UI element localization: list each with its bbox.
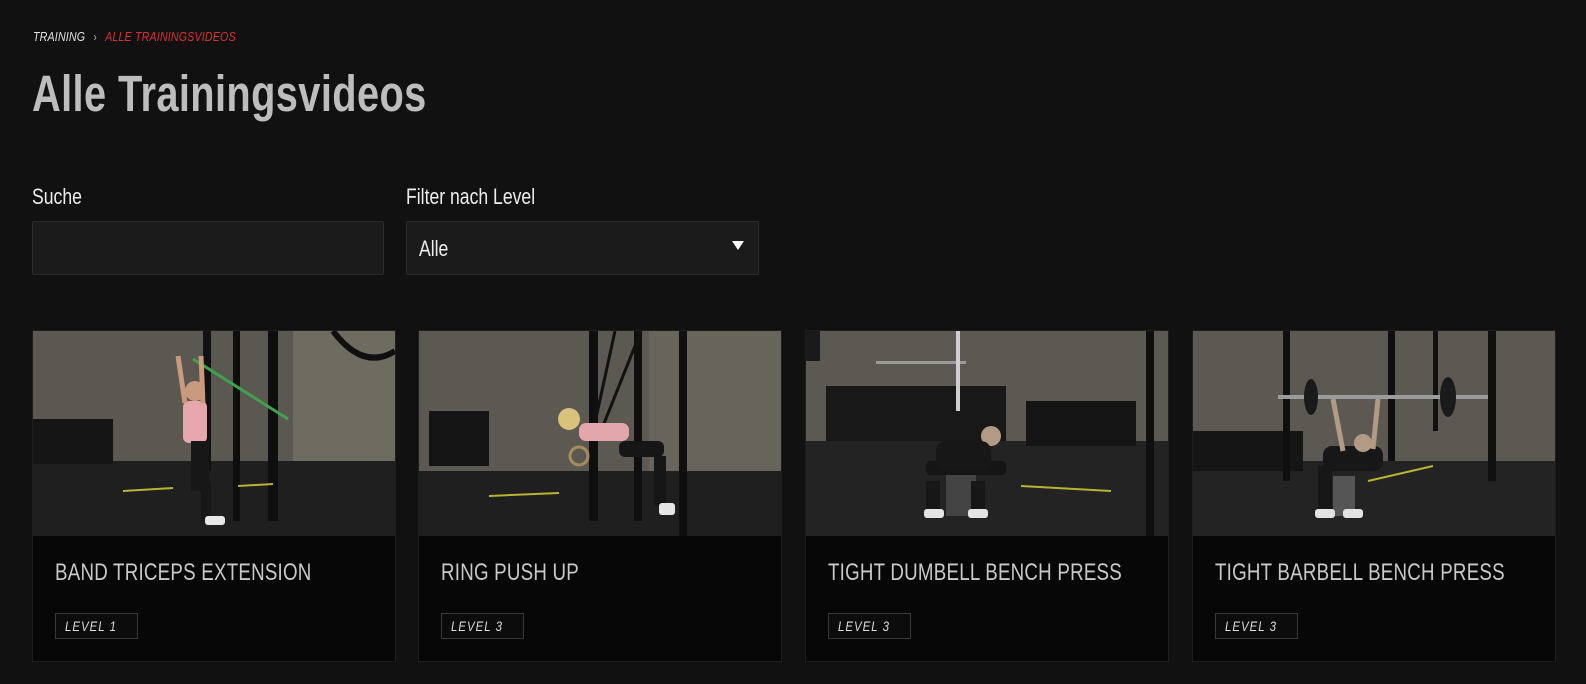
page-title: Alle Trainingsvideos [32,65,427,122]
breadcrumb-separator: › [93,29,97,44]
level-filter-select[interactable]: Alle [406,221,759,275]
video-title[interactable]: BAND TRICEPS EXTENSION [55,559,312,587]
level-badge-text: LEVEL 3 [451,618,504,634]
search-label: Suche [32,184,82,209]
breadcrumb: TRAINING › ALLE TRAININGSVIDEOS [33,29,236,44]
level-badge-text: LEVEL 3 [838,618,891,634]
video-thumbnail[interactable] [1193,331,1555,536]
level-badge-text: LEVEL 1 [65,618,118,634]
video-title[interactable]: RING PUSH UP [441,559,579,587]
breadcrumb-current: ALLE TRAININGSVIDEOS [105,29,236,44]
video-thumbnail[interactable] [419,331,781,536]
level-badge: LEVEL 3 [828,613,912,639]
level-filter-label: Filter nach Level [406,184,536,209]
level-badge: LEVEL 3 [441,613,525,639]
video-title[interactable]: TIGHT BARBELL BENCH PRESS [1215,559,1505,587]
video-card[interactable]: BAND TRICEPS EXTENSION LEVEL 1 [32,330,396,662]
search-input[interactable] [32,221,384,275]
video-thumbnail[interactable] [33,331,395,536]
video-card[interactable]: RING PUSH UP LEVEL 3 [418,330,782,662]
video-card[interactable]: TIGHT BARBELL BENCH PRESS LEVEL 3 [1192,330,1556,662]
level-badge: LEVEL 3 [1215,613,1299,639]
level-badge: LEVEL 1 [55,613,139,639]
video-thumbnail[interactable] [806,331,1168,536]
video-title[interactable]: TIGHT DUMBELL BENCH PRESS [828,559,1122,587]
caret-down-icon [732,241,744,250]
level-badge-text: LEVEL 3 [1225,618,1278,634]
video-card[interactable]: TIGHT DUMBELL BENCH PRESS LEVEL 3 [805,330,1169,662]
breadcrumb-training-link[interactable]: TRAINING [33,29,85,44]
level-filter-value: Alle [419,236,449,261]
